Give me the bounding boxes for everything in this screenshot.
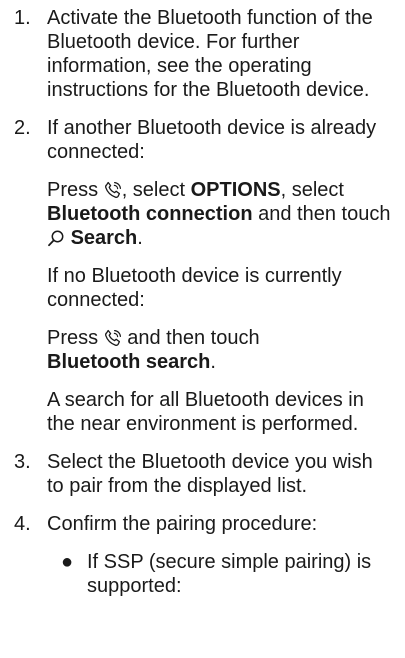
bullet-text: If SSP (secure simple pairing) is suppor…	[87, 551, 372, 597]
step-3: 3. Select the Bluetooth device you wish …	[14, 450, 393, 498]
search-description: A search for all Bluetooth devices in th…	[47, 389, 364, 435]
step-text: If another Bluetooth device is already c…	[47, 117, 377, 163]
step-2: 2. If another Bluetooth device is alread…	[14, 116, 393, 436]
phone-icon	[104, 329, 122, 347]
options-label: OPTIONS	[190, 179, 281, 201]
step-number: 4.	[14, 513, 31, 535]
step-text: Activate the Bluetooth function of the B…	[47, 7, 373, 101]
bluetooth-search-label: Bluetooth search	[47, 351, 211, 373]
instruction-list: 1. Activate the Bluetooth function of th…	[0, 0, 405, 598]
list-item: ● If SSP (secure simple pairing) is supp…	[47, 550, 393, 598]
step-number: 1.	[14, 7, 31, 29]
bullet-list: ● If SSP (secure simple pairing) is supp…	[47, 550, 393, 598]
not-connected-intro: If no Bluetooth device is currently conn…	[47, 265, 342, 311]
bullet-dot: ●	[61, 551, 74, 573]
search-label: Search	[70, 227, 138, 249]
connected-instruction: Press , select OPTIONS, select Bluetooth…	[47, 179, 391, 249]
step-text: Confirm the pairing procedure:	[47, 513, 318, 535]
search-icon	[47, 229, 65, 247]
not-connected-instruction: Press and then touch Bluetooth search.	[47, 327, 260, 373]
step-number: 3.	[14, 451, 31, 473]
step-number: 2.	[14, 117, 31, 139]
step-1: 1. Activate the Bluetooth function of th…	[14, 6, 393, 102]
step-text: Select the Bluetooth device you wish to …	[47, 451, 373, 497]
bluetooth-connection-label: Bluetooth connection	[47, 203, 253, 225]
step-4: 4. Confirm the pairing procedure: ● If S…	[14, 512, 393, 598]
phone-icon	[104, 181, 122, 199]
